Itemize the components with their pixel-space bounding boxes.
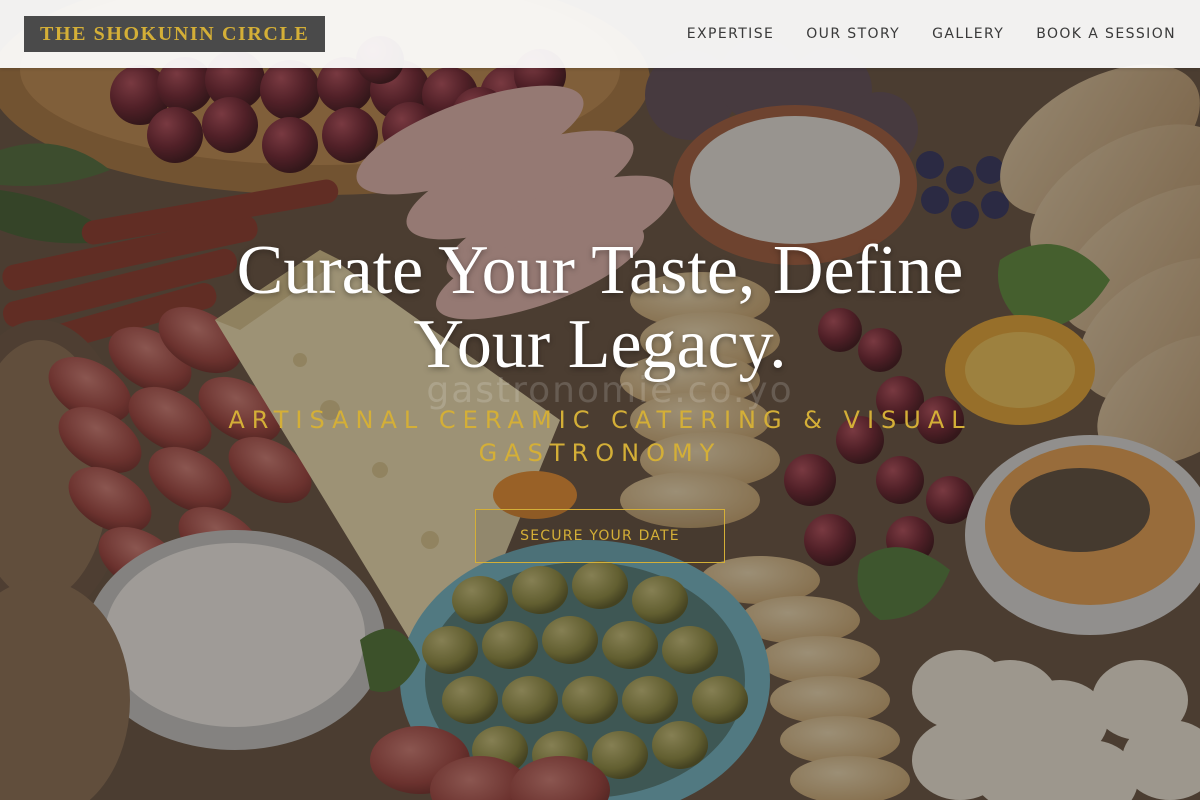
- nav-link-gallery[interactable]: GALLERY: [932, 26, 1004, 42]
- logo-text: THE SHOKUNIN CIRCLE: [40, 22, 310, 45]
- hero-subtitle-line-2: GASTRONOMY: [478, 439, 722, 467]
- page: THE SHOKUNIN CIRCLE EXPERTISE OUR STORY …: [0, 0, 1200, 800]
- hero-subtitle: ARTISANAL CERAMIC CATERING & VISUAL GAST…: [200, 404, 1000, 470]
- site-logo[interactable]: THE SHOKUNIN CIRCLE: [24, 16, 326, 52]
- nav-link-our-story[interactable]: OUR STORY: [806, 26, 900, 42]
- nav-link-book-a-session[interactable]: BOOK A SESSION: [1036, 26, 1176, 42]
- nav-link-expertise[interactable]: EXPERTISE: [687, 26, 774, 42]
- hero-title-line-1: Curate Your Taste, Define: [236, 232, 964, 309]
- site-header: THE SHOKUNIN CIRCLE EXPERTISE OUR STORY …: [0, 0, 1200, 68]
- hero-section: Curate Your Taste, Define Your Legacy. g…: [0, 0, 1200, 800]
- main-nav: EXPERTISE OUR STORY GALLERY BOOK A SESSI…: [687, 0, 1176, 68]
- hero-title: Curate Your Taste, Define Your Legacy.: [200, 234, 1000, 382]
- secure-your-date-button[interactable]: SECURE YOUR DATE: [475, 509, 725, 563]
- hero-subtitle-line-1: ARTISANAL CERAMIC CATERING & VISUAL: [228, 406, 972, 434]
- cta-button-label: SECURE YOUR DATE: [520, 528, 680, 544]
